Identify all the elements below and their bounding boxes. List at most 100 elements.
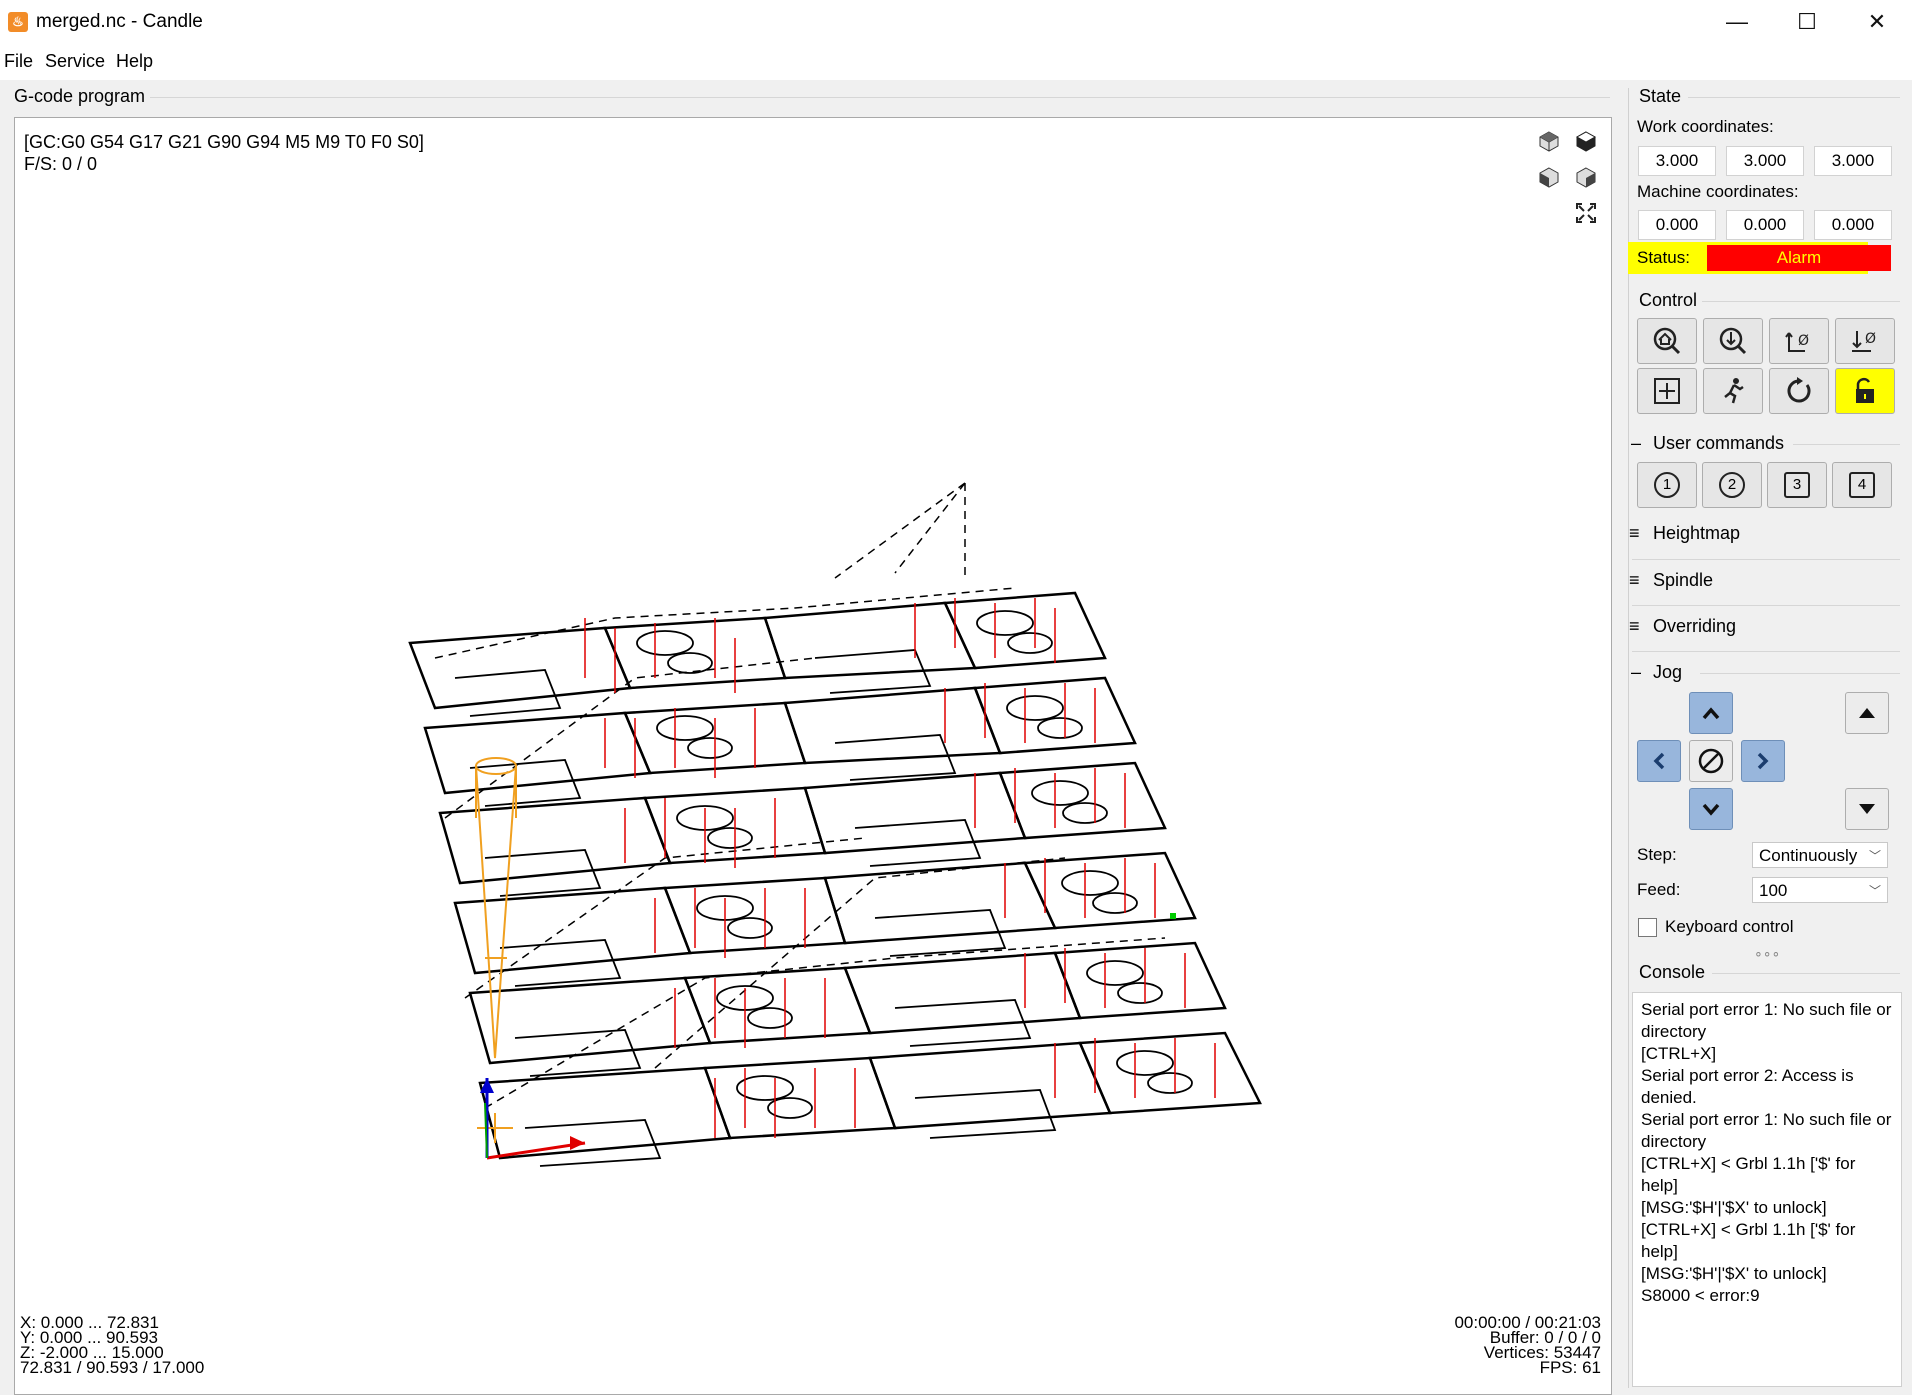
jog-collapse-icon[interactable]: – (1631, 662, 1641, 683)
gcode-group-title: G-code program (14, 86, 146, 106)
user-command-label: 2 (1719, 472, 1745, 498)
zero-z-button[interactable]: Ø (1835, 318, 1895, 364)
zero-z-icon: Ø (1852, 331, 1876, 352)
keyboard-control-label: Keyboard control (1665, 917, 1794, 936)
state-title: State (1639, 86, 1682, 106)
window-title: merged.nc - Candle (36, 11, 203, 32)
work-y-value: 3.000 (1726, 146, 1804, 176)
console-title: Console (1639, 962, 1706, 982)
bounds-size: 72.831 / 90.593 / 17.000 (20, 1358, 205, 1377)
home-icon (1653, 327, 1681, 355)
triangle-up-icon (1859, 708, 1875, 718)
console-line: [CTRL+X] < Grbl 1.1h ['$' for help] (1641, 1154, 1856, 1195)
zero-xy-icon: Ø (1785, 332, 1809, 352)
jog-x-minus-button[interactable] (1637, 740, 1681, 782)
jog-z-minus-button[interactable] (1845, 788, 1889, 830)
divider (1632, 605, 1900, 606)
overriding-expand-icon[interactable]: ≡ (1629, 616, 1640, 637)
divider (150, 97, 1610, 98)
chevron-left-icon (1653, 752, 1665, 770)
probe-button[interactable] (1703, 318, 1763, 364)
reset-icon (1787, 377, 1811, 403)
step-select[interactable]: Continuously ﹀ (1752, 842, 1888, 868)
divider (1632, 651, 1900, 652)
console-line: [CTRL+X] (1641, 1044, 1717, 1063)
restore-origin-icon (1654, 378, 1680, 404)
divider (1712, 973, 1900, 974)
minimize-button[interactable]: — (1702, 0, 1772, 44)
work-coordinates-label: Work coordinates: (1637, 117, 1774, 136)
console-line: Serial port error 1: No such file or dir… (1641, 1000, 1892, 1041)
divider (1702, 301, 1900, 302)
console-line: [MSG:'$H'|'$X' to unlock] (1641, 1198, 1827, 1217)
menu-help[interactable]: Help (116, 51, 153, 72)
chevron-up-icon (1702, 707, 1720, 720)
user-command-label: 1 (1654, 472, 1680, 498)
user-command-2-button[interactable]: 2 (1702, 462, 1762, 508)
resize-handle-icon[interactable]: ∘∘∘ (1754, 945, 1780, 962)
safe-position-icon (1724, 378, 1744, 404)
divider (1793, 444, 1900, 445)
keyboard-control-checkbox[interactable] (1638, 918, 1657, 937)
console-line: [MSG:'$H'|'$X' to unlock] (1641, 1264, 1827, 1283)
work-x-value: 3.000 (1638, 146, 1716, 176)
spindle-expand-icon[interactable]: ≡ (1629, 570, 1640, 591)
divider (1688, 97, 1900, 98)
user-command-4-button[interactable]: 4 (1832, 462, 1892, 508)
user-command-1-button[interactable]: 1 (1637, 462, 1697, 508)
zero-xy-button[interactable]: Ø (1769, 318, 1829, 364)
feed-value: 100 (1759, 881, 1788, 900)
close-button[interactable]: ✕ (1842, 0, 1912, 44)
chevron-down-icon: ﹀ (1868, 884, 1881, 898)
menu-file[interactable]: File (4, 51, 33, 72)
jog-z-plus-button[interactable] (1845, 692, 1889, 734)
maximize-button[interactable]: ☐ (1772, 0, 1842, 44)
restore-origin-button[interactable] (1637, 368, 1697, 414)
probe-icon (1719, 327, 1747, 355)
console-line: Serial port error 2: Access is denied. (1641, 1066, 1854, 1107)
step-label: Step: (1637, 845, 1677, 864)
user-commands-title[interactable]: User commands (1653, 433, 1784, 454)
menu-service[interactable]: Service (45, 51, 105, 72)
title-bar: ♨ merged.nc - Candle — ☐ ✕ (0, 0, 1912, 44)
home-button[interactable] (1637, 318, 1697, 364)
machine-z-value: 0.000 (1814, 210, 1892, 240)
jog-title[interactable]: Jog (1653, 662, 1682, 683)
jog-x-plus-button[interactable] (1741, 740, 1785, 782)
unlock-button[interactable] (1835, 368, 1895, 414)
status-badge: Alarm (1707, 245, 1891, 271)
reset-button[interactable] (1769, 368, 1829, 414)
jog-y-plus-button[interactable] (1689, 692, 1733, 734)
jog-y-minus-button[interactable] (1689, 788, 1733, 830)
triangle-down-icon (1859, 804, 1875, 814)
work-z-value: 3.000 (1814, 146, 1892, 176)
machine-x-value: 0.000 (1638, 210, 1716, 240)
svg-text:Ø: Ø (1865, 331, 1876, 347)
divider (1632, 559, 1900, 560)
heightmap-section[interactable]: Heightmap (1653, 523, 1740, 544)
console-line: S8000 < error:9 (1641, 1286, 1760, 1305)
stop-icon (1698, 748, 1724, 774)
heightmap-expand-icon[interactable]: ≡ (1629, 523, 1640, 544)
step-value: Continuously (1759, 846, 1858, 865)
spindle-section[interactable]: Spindle (1653, 570, 1713, 591)
chevron-down-icon: ﹀ (1868, 849, 1881, 863)
gcode-3d-viewport[interactable]: [GC:G0 G54 G17 G21 G90 G94 M5 M9 T0 F0 S… (14, 117, 1612, 1395)
user-commands-collapse-icon[interactable]: – (1631, 433, 1641, 454)
splitter[interactable] (1628, 88, 1629, 1388)
user-command-3-button[interactable]: 3 (1767, 462, 1827, 508)
svg-text:Ø: Ø (1798, 333, 1809, 349)
chevron-right-icon (1757, 752, 1769, 770)
safe-position-button[interactable] (1703, 368, 1763, 414)
unlock-icon (1856, 377, 1874, 403)
jog-stop-button[interactable] (1689, 740, 1733, 782)
feed-select[interactable]: 100 ﹀ (1752, 877, 1888, 903)
chevron-down-icon (1702, 803, 1720, 816)
console-output[interactable]: Serial port error 1: No such file or dir… (1632, 992, 1902, 1387)
fps-stat: FPS: 61 (1539, 1358, 1601, 1377)
overriding-section[interactable]: Overriding (1653, 616, 1736, 637)
toolpath-render (408, 482, 1262, 1167)
menu-bar: File Service Help (0, 44, 1912, 80)
machine-y-value: 0.000 (1726, 210, 1804, 240)
divider (1700, 673, 1900, 674)
